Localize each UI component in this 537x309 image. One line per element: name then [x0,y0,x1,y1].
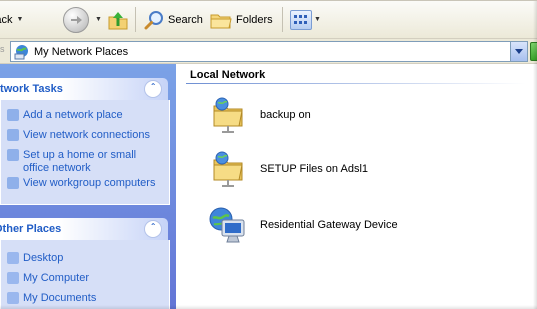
network-item[interactable]: Residential Gateway Device [208,206,528,246]
forward-button[interactable]: ▼ [63,1,102,38]
network-item[interactable]: backup on [208,96,528,136]
forward-arrow-icon [63,6,89,33]
search-icon [144,10,163,29]
back-button[interactable]: Back ▼ [0,1,23,38]
add-network-place-icon [7,109,19,121]
other-places-title: Other Places [0,223,62,235]
address-label-fragment: s [0,44,5,54]
address-field[interactable]: My Network Places [10,41,528,62]
network-places-icon [14,44,28,59]
network-tasks-title: Network Tasks [0,83,63,95]
address-bar: s My Network Places [0,39,537,64]
section-title: Local Network [190,69,266,81]
task-view-network-connections[interactable]: View network connections [23,129,163,142]
forward-dropdown-arrow-icon[interactable]: ▼ [95,16,102,23]
other-places-header[interactable]: Other Places ˆ [0,218,168,240]
network-connections-icon [7,129,19,141]
address-dropdown-button[interactable] [510,42,527,61]
network-item-label: SETUP Files on Adsl1 [260,163,369,175]
gateway-device-icon [209,207,245,243]
views-icon [290,9,312,30]
back-dropdown-arrow-icon[interactable]: ▼ [16,16,23,23]
window-bottom-shadow [0,305,537,309]
folders-button[interactable]: Folders [210,1,273,38]
home-network-icon [7,149,19,161]
search-button[interactable]: Search [143,1,203,38]
search-button-label: Search [168,13,203,26]
views-dropdown-arrow-icon[interactable]: ▼ [314,16,321,23]
task-pane: Network Tasks ˆ Add a network place View… [0,64,176,309]
my-documents-icon [7,292,19,304]
network-tasks-header[interactable]: Network Tasks ˆ [0,78,168,100]
task-add-network-place[interactable]: Add a network place [23,109,163,122]
explorer-window: Back ▼ ▼ Search [0,0,537,309]
my-computer-icon [7,272,19,284]
desktop-icon [7,252,19,264]
back-button-label: Back [0,13,13,26]
content-area: Local Network backup on SETUP Files on A… [176,64,537,309]
chevron-down-icon [515,49,523,54]
address-value: My Network Places [34,45,129,58]
collapse-chevron-icon[interactable]: ˆ [144,220,162,238]
window-right-shadow [533,1,537,309]
network-item[interactable]: SETUP Files on Adsl1 [208,150,528,190]
place-my-computer[interactable]: My Computer [23,272,163,285]
folders-button-label: Folders [236,13,273,26]
place-desktop[interactable]: Desktop [23,252,163,265]
section-divider [186,83,526,84]
network-item-label: Residential Gateway Device [260,219,398,231]
up-folder-icon [108,11,128,29]
toolbar-separator [135,7,136,32]
collapse-chevron-icon[interactable]: ˆ [144,80,162,98]
task-setup-home-network[interactable]: Set up a home or small office network [23,149,163,175]
place-my-documents[interactable]: My Documents [23,292,163,305]
views-button[interactable]: ▼ [290,1,321,38]
network-share-folder-icon [213,151,243,187]
network-item-label: backup on [260,109,311,121]
task-view-workgroup-computers[interactable]: View workgroup computers [23,177,163,190]
network-share-folder-icon [213,97,243,133]
up-folder-button[interactable] [107,1,129,38]
other-places-body: Desktop My Computer My Documents [0,240,170,309]
workgroup-computers-icon [7,177,19,189]
folders-icon [210,14,232,28]
toolbar: Back ▼ ▼ Search [0,1,537,39]
network-tasks-body: Add a network place View network connect… [0,100,170,205]
toolbar-separator [282,7,283,32]
